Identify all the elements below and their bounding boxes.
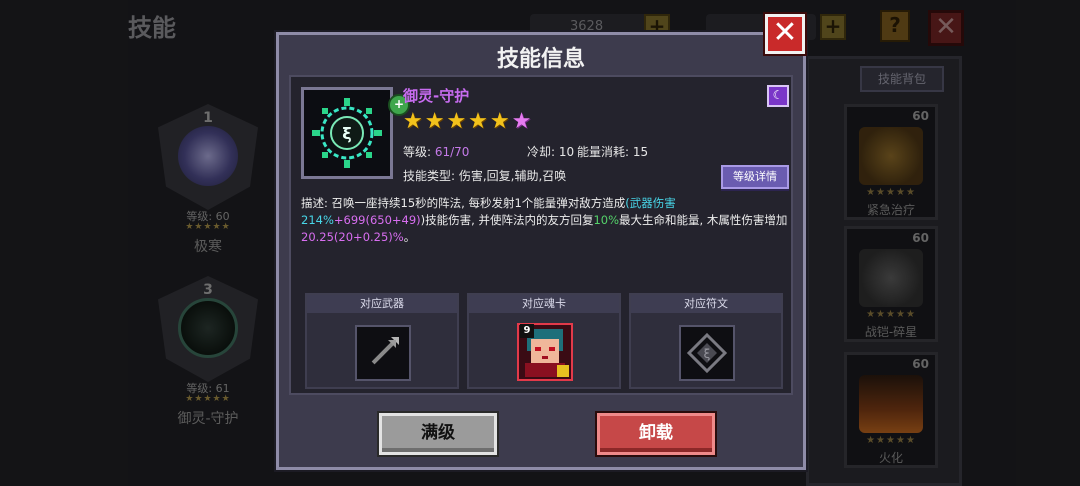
guardian-array-icon: ξ	[312, 98, 382, 168]
skill-detail-panel: ξ + 御灵-守护 ☾ ★★★★★★ 等级: 61/70 冷却: 10 能量消耗…	[289, 75, 793, 395]
svg-text:ξ: ξ	[342, 124, 351, 143]
gold-stars: ★★★★★	[403, 109, 512, 134]
related-weapon-header: 对应武器	[307, 295, 457, 313]
desc-text: )技能伤害, 并使阵法内的友方回复	[420, 213, 594, 227]
type-value: 伤害,回复,辅助,召唤	[458, 169, 567, 183]
related-weapon-section: 对应武器	[305, 293, 459, 389]
energy-label: 能量消耗:	[577, 145, 633, 159]
skill-info-dialog: 技能信息 ξ + 御灵-守护 ☾ ★★★★★★ 等级: 61/70 冷却: 10…	[276, 32, 806, 470]
desc-text: 最大生命和能量, 木属性伤害增加	[619, 213, 788, 227]
desc-heal-percent: 10%	[593, 213, 620, 227]
desc-text: 描述: 召唤一座持续15秒的阵法, 每秒发射1个能量弹对敌方造成	[301, 196, 626, 210]
level-details-button[interactable]: 等级详情	[721, 165, 789, 189]
cooldown-label: 冷却:	[527, 145, 559, 159]
related-rune-slot[interactable]: ξ	[679, 325, 735, 381]
cooldown-value: 10	[558, 145, 575, 159]
level-value: 61/70	[434, 145, 470, 159]
spear-icon	[371, 337, 399, 365]
close-icon[interactable]: ✕	[765, 14, 805, 54]
svg-text:ξ: ξ	[704, 347, 711, 361]
cooldown-stat: 冷却: 10	[527, 143, 574, 160]
related-soulcard-section: 对应魂卡 9	[467, 293, 621, 389]
skill-name: 御灵-守护	[403, 87, 470, 105]
max-level-button[interactable]: 满级	[379, 413, 497, 455]
desc-text: 。	[403, 230, 416, 244]
related-soulcard-header: 对应魂卡	[469, 295, 619, 313]
related-soulcard-slot[interactable]: 9	[517, 323, 573, 381]
soulcard-level: 9	[520, 324, 534, 338]
unequip-button[interactable]: 卸载	[597, 413, 715, 455]
skill-stars: ★★★★★★	[403, 109, 533, 135]
related-rune-section: 对应符文 ξ	[629, 293, 783, 389]
desc-wood-bonus: 20.25(	[301, 230, 339, 244]
desc-flat-damage: +699(6	[333, 213, 378, 227]
skill-level-stat: 等级: 61/70	[403, 143, 469, 160]
desc-wood-bonus-breakdown: 20+0.25)	[338, 230, 393, 244]
skill-portrait: ξ +	[301, 87, 410, 179]
skill-type: 技能类型: 伤害,回复,辅助,召唤	[403, 167, 566, 184]
desc-percent-sign: %	[392, 230, 404, 244]
related-weapon-slot[interactable]	[355, 325, 411, 381]
dialog-title: 技能信息	[496, 47, 585, 72]
rune-icon: ξ	[686, 332, 728, 374]
type-label: 技能类型:	[403, 169, 459, 183]
pink-star: ★	[511, 109, 534, 134]
level-label: 等级:	[403, 145, 435, 159]
moon-element-icon: ☾	[767, 85, 789, 107]
skill-description: 描述: 召唤一座持续15秒的阵法, 每秒发射1个能量弹对敌方造成(武器伤害214…	[301, 195, 789, 246]
desc-flat-damage-breakdown: 50+49)	[377, 213, 421, 227]
energy-value: 15	[632, 145, 649, 159]
related-rune-header: 对应符文	[631, 295, 781, 313]
energy-cost-stat: 能量消耗: 15	[577, 143, 648, 160]
